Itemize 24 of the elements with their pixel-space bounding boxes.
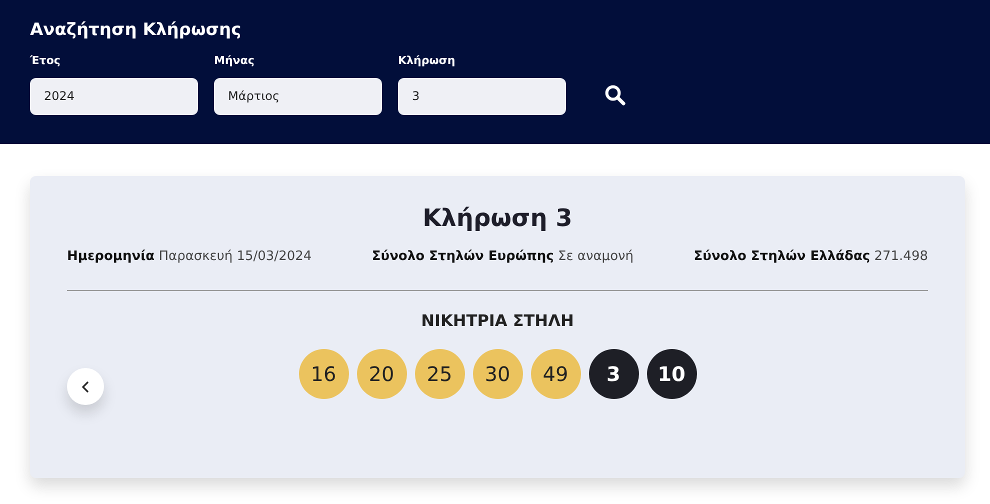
bonus-ball: 10	[646, 349, 696, 400]
draw-title: Κλήρωση 3	[422, 204, 574, 233]
input-field[interactable]: 2024	[30, 78, 198, 115]
input-field[interactable]: 3	[398, 78, 566, 115]
number-ball: 49	[530, 349, 580, 400]
winning-heading: ΝΙΚΗΤΡΙΑ ΣΤΗΛΗ	[420, 310, 575, 332]
search-title: Αναζήτηση Κλήρωσης	[30, 20, 242, 40]
bonus-ball: 3	[588, 349, 638, 400]
field-label: Έτος	[30, 53, 62, 70]
info-value: Παρασκευή 15/03/2024	[158, 248, 312, 264]
number-ball: 25	[414, 349, 464, 400]
number-ball: 16	[298, 349, 348, 400]
number-ball: 30	[472, 349, 522, 400]
chevron-left-icon	[82, 380, 90, 392]
info-value: 271.498	[874, 248, 928, 264]
input-field[interactable]: Μάρτιος	[214, 78, 382, 115]
info-value: Σε αναμονή	[558, 248, 634, 264]
field-label: Κλήρωση	[398, 53, 456, 70]
field-label: Μήνας	[214, 53, 256, 70]
info-label: Σύνολο Στηλών Ελλάδας	[694, 248, 870, 264]
number-ball: 20	[356, 349, 406, 400]
info-label: Σύνολο Στηλών Ευρώπης	[372, 248, 554, 264]
info-label: Ημερομηνία	[67, 248, 155, 264]
search-icon	[604, 84, 626, 106]
